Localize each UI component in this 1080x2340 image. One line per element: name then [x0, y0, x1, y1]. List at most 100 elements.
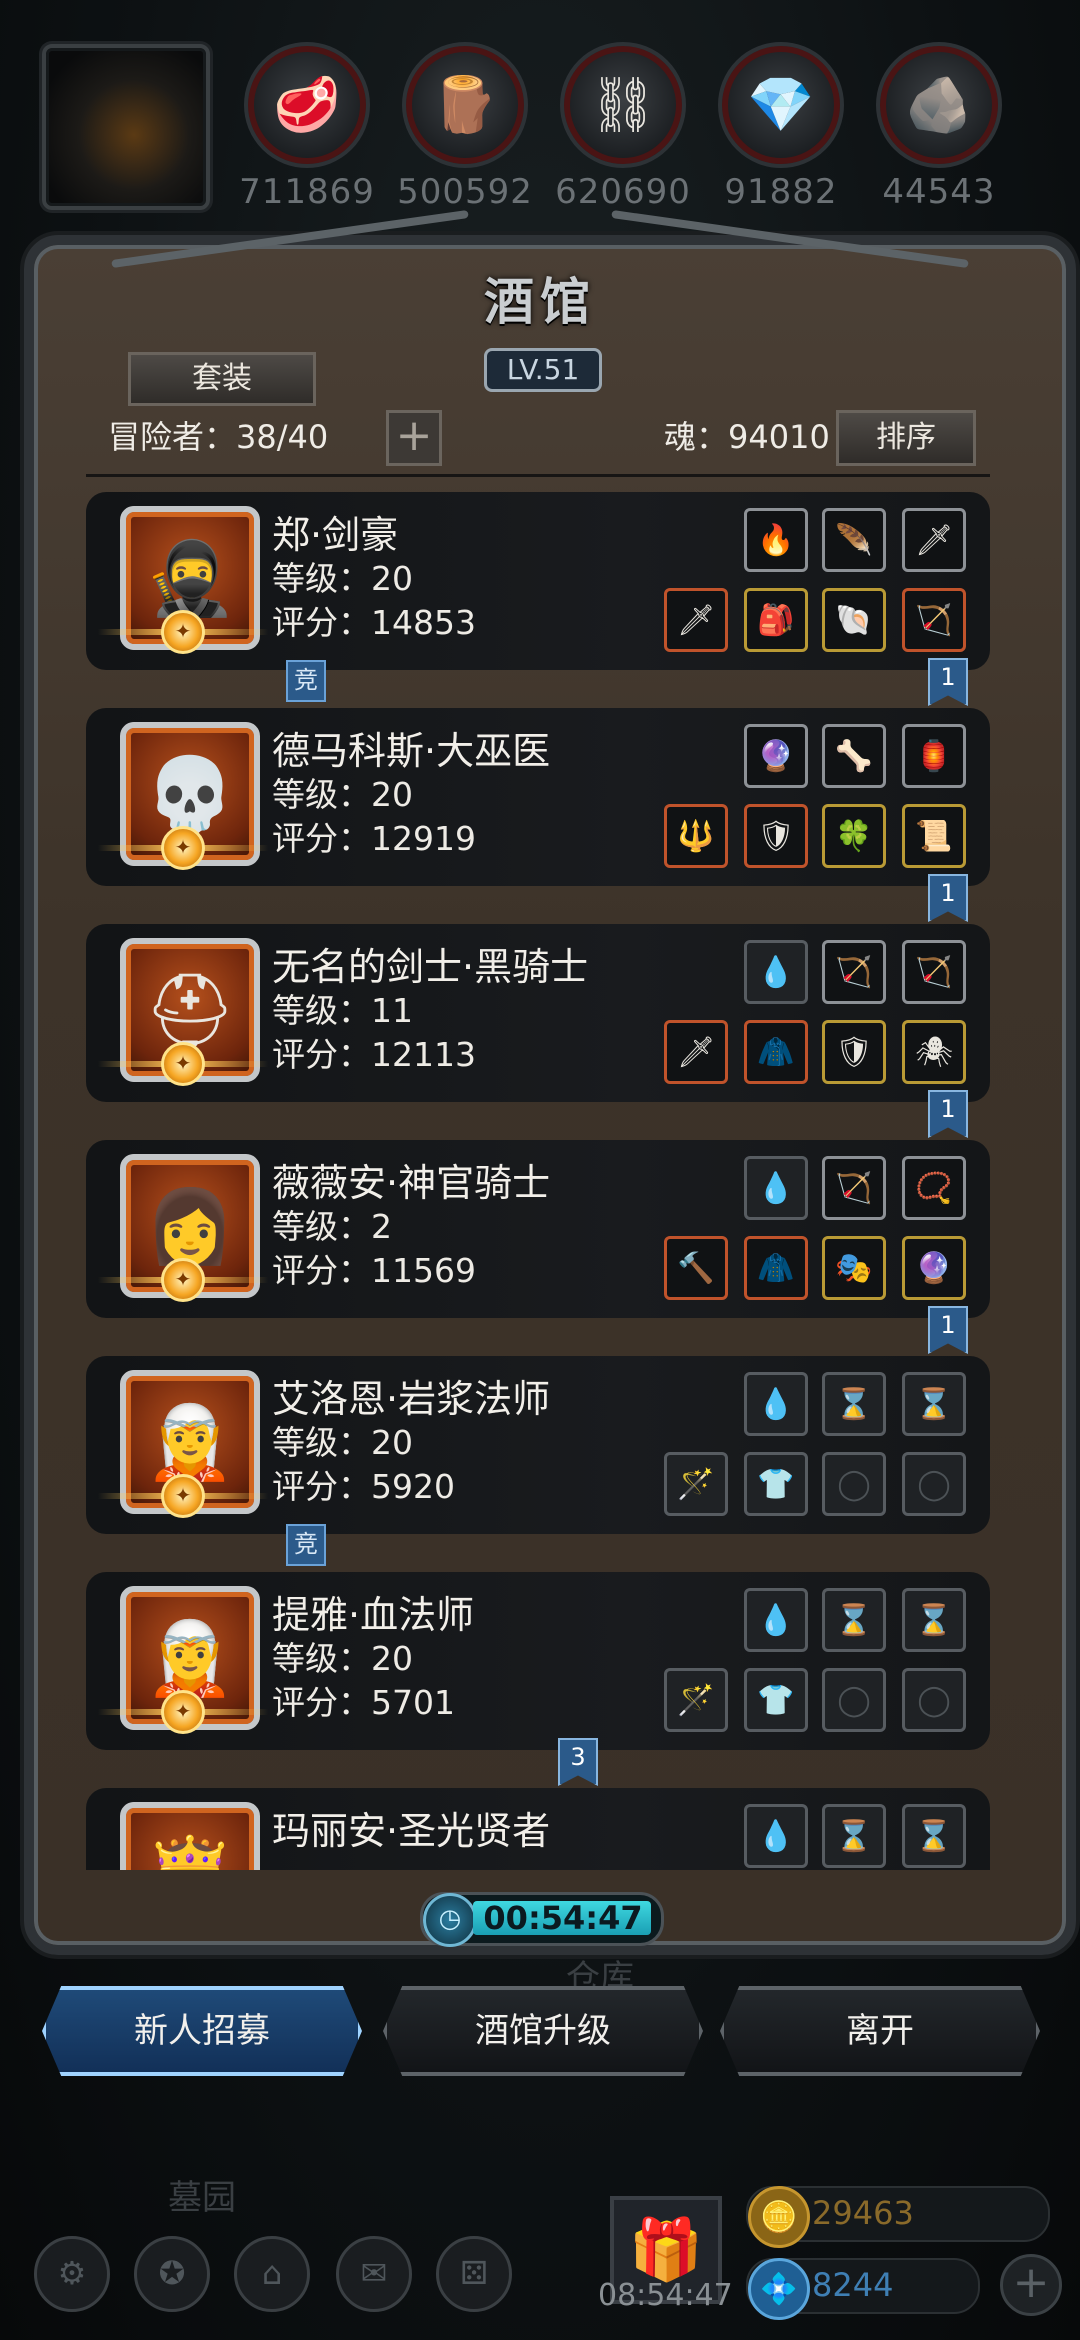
- recruit-timer: ◷ 00:54:47: [420, 1892, 664, 1947]
- hero-score: 评分：5920: [272, 1467, 455, 1506]
- settings-icon[interactable]: ⚙: [34, 2236, 110, 2312]
- timer-text: 00:54:47: [483, 1899, 643, 1937]
- hero-icon[interactable]: ✪: [134, 2236, 210, 2312]
- tavern-icon[interactable]: ⌂: [234, 2236, 310, 2312]
- equipment-slot[interactable]: 🏹: [822, 1156, 886, 1220]
- equipment-slot[interactable]: ⌛: [822, 1804, 886, 1868]
- hero-name: 艾洛恩·岩浆法师: [272, 1377, 551, 1421]
- equipment-slot[interactable]: 🗡: [664, 1020, 728, 1084]
- hero-name: 薇薇安·神官骑士: [272, 1161, 551, 1205]
- equipment-slot[interactable]: 🏹: [902, 940, 966, 1004]
- hero-card[interactable]: 🥷 ✦ 郑·剑豪 等级：20 评分：14853 🔥 🪶 🗡 🗡 🎒 🐚 🏹: [86, 492, 990, 670]
- equipment-slot[interactable]: ◯: [822, 1452, 886, 1516]
- equipment-slot[interactable]: 🧥: [744, 1020, 808, 1084]
- equipment-slot[interactable]: ⌛: [822, 1588, 886, 1652]
- hero-list[interactable]: 🥷 ✦ 郑·剑豪 等级：20 评分：14853 🔥 🪶 🗡 🗡 🎒 🐚 🏹 竞 1 💀 ✦ 德马科斯·大巫医 等级…: [86, 492, 990, 1870]
- equipment-slot[interactable]: 💧: [744, 1156, 808, 1220]
- hero-card[interactable]: 👸✦玛丽安·圣光贤者💧⌛⌛: [86, 1788, 990, 1870]
- hero-score: 评分：5701: [272, 1683, 455, 1722]
- hero-card[interactable]: 💀 ✦ 德马科斯·大巫医 等级：20 评分：12919 🔮 🦴 🏮 🔱 🛡 🍀 📜: [86, 708, 990, 886]
- resource-icon: 🪨: [876, 42, 1002, 168]
- resource-icon: 🪵: [402, 42, 528, 168]
- equipment-slot[interactable]: 🗡: [664, 588, 728, 652]
- equipment-slot[interactable]: 🛡: [744, 804, 808, 868]
- mail-icon[interactable]: ✉: [336, 2236, 412, 2312]
- equipment-slot[interactable]: ◯: [822, 1668, 886, 1732]
- equipment-slot[interactable]: 🍀: [822, 804, 886, 868]
- team-flag: 1: [928, 1090, 968, 1138]
- equipment-slot[interactable]: 🗡: [902, 508, 966, 572]
- hero-emblem-icon: ✦: [98, 1690, 268, 1734]
- resource-0[interactable]: 🥩 711869: [232, 42, 382, 212]
- hero-emblem-icon: ✦: [98, 1258, 268, 1302]
- resource-icon: 🥩: [244, 42, 370, 168]
- equipment-slot[interactable]: 🔮: [744, 724, 808, 788]
- dice-icon[interactable]: ⚄: [436, 2236, 512, 2312]
- equipment-slot[interactable]: 🪄: [664, 1452, 728, 1516]
- equipment-slot[interactable]: 🏮: [902, 724, 966, 788]
- equipment-slot[interactable]: 🪄: [664, 1668, 728, 1732]
- resource-4[interactable]: 🪨 44543: [864, 42, 1014, 212]
- equipment-slot[interactable]: 🧥: [744, 1236, 808, 1300]
- team-flag: 1: [928, 658, 968, 706]
- header-divider: [86, 474, 990, 477]
- equipment-slot[interactable]: 🪶: [822, 508, 886, 572]
- recruit-button[interactable]: 新人招募: [42, 1986, 362, 2076]
- equipment-slot[interactable]: 📜: [902, 804, 966, 868]
- add-slot-button[interactable]: +: [386, 410, 442, 466]
- sort-button[interactable]: 排序: [836, 410, 976, 466]
- hero-emblem-icon: ✦: [98, 1474, 268, 1518]
- hero-emblem-icon: ✦: [98, 610, 268, 654]
- equipment-slot[interactable]: 🦴: [822, 724, 886, 788]
- equipment-slot[interactable]: 🛡: [822, 1020, 886, 1084]
- equipment-slot[interactable]: 🔱: [664, 804, 728, 868]
- equipment-slot[interactable]: 💧: [744, 1588, 808, 1652]
- leave-button[interactable]: 离开: [720, 1986, 1040, 2076]
- equipment-slot[interactable]: 🏹: [822, 940, 886, 1004]
- resource-2[interactable]: ⛓ 620690: [548, 42, 698, 212]
- hero-score: 评分：11569: [272, 1251, 476, 1290]
- equipment-slot[interactable]: ⌛: [822, 1372, 886, 1436]
- equipment-slot[interactable]: 💧: [744, 1804, 808, 1868]
- equipment-slot[interactable]: 💧: [744, 1372, 808, 1436]
- hero-portrait[interactable]: 👸: [120, 1802, 260, 1870]
- hero-card[interactable]: 🧝 ✦ 提雅·血法师 等级：20 评分：5701 💧 ⌛ ⌛ 🪄 👕 ◯ ◯: [86, 1572, 990, 1750]
- equipment-slot[interactable]: ◯: [902, 1452, 966, 1516]
- equipment-slot[interactable]: 💧: [744, 940, 808, 1004]
- equipment-slot[interactable]: 🎭: [822, 1236, 886, 1300]
- suit-button[interactable]: 套装: [128, 352, 316, 406]
- equipment-slot[interactable]: 🕷: [902, 1020, 966, 1084]
- arena-tag: 竞: [286, 1524, 326, 1566]
- equipment-slot[interactable]: 📿: [902, 1156, 966, 1220]
- equipment-slot[interactable]: ⌛: [902, 1804, 966, 1868]
- hero-level: 等级：20: [272, 1423, 413, 1462]
- team-flag: 3: [558, 1738, 598, 1786]
- equipment-slot[interactable]: 👕: [744, 1668, 808, 1732]
- equipment-slot[interactable]: 🎒: [744, 588, 808, 652]
- upgrade-tavern-button[interactable]: 酒馆升级: [383, 1986, 703, 2076]
- hero-level: 等级：20: [272, 559, 413, 598]
- resource-1[interactable]: 🪵 500592: [390, 42, 540, 212]
- hero-score: 评分：12113: [272, 1035, 476, 1074]
- equipment-slot[interactable]: ⌛: [902, 1372, 966, 1436]
- arena-tag: 竞: [286, 660, 326, 702]
- hero-card[interactable]: 🧝 ✦ 艾洛恩·岩浆法师 等级：20 评分：5920 💧 ⌛ ⌛ 🪄 👕 ◯ ◯: [86, 1356, 990, 1534]
- hero-card[interactable]: ⛑ ✦ 无名的剑士·黑骑士 等级：11 评分：12113 💧 🏹 🏹 🗡 🧥 🛡 🕷: [86, 924, 990, 1102]
- equipment-slot[interactable]: 🔥: [744, 508, 808, 572]
- equipment-slot[interactable]: ⌛: [902, 1588, 966, 1652]
- resource-3[interactable]: 💎 91882: [706, 42, 856, 212]
- equipment-slot[interactable]: ◯: [902, 1668, 966, 1732]
- gold-coin-icon: 🪙: [748, 2186, 810, 2248]
- resource-value: 91882: [724, 172, 838, 212]
- gem-icon: 💠: [748, 2258, 810, 2320]
- equipment-slot[interactable]: 🏹: [902, 588, 966, 652]
- equipment-slot[interactable]: 🔨: [664, 1236, 728, 1300]
- equipment-slot[interactable]: 🔮: [902, 1236, 966, 1300]
- hero-level: 等级：20: [272, 775, 413, 814]
- add-currency-button[interactable]: +: [1000, 2254, 1062, 2316]
- hero-level: 等级：20: [272, 1639, 413, 1678]
- equipment-slot[interactable]: 🐚: [822, 588, 886, 652]
- player-avatar[interactable]: [42, 44, 210, 210]
- hero-card[interactable]: 👩 ✦ 薇薇安·神官骑士 等级：2 评分：11569 💧 🏹 📿 🔨 🧥 🎭 🔮: [86, 1140, 990, 1318]
- equipment-slot[interactable]: 👕: [744, 1452, 808, 1516]
